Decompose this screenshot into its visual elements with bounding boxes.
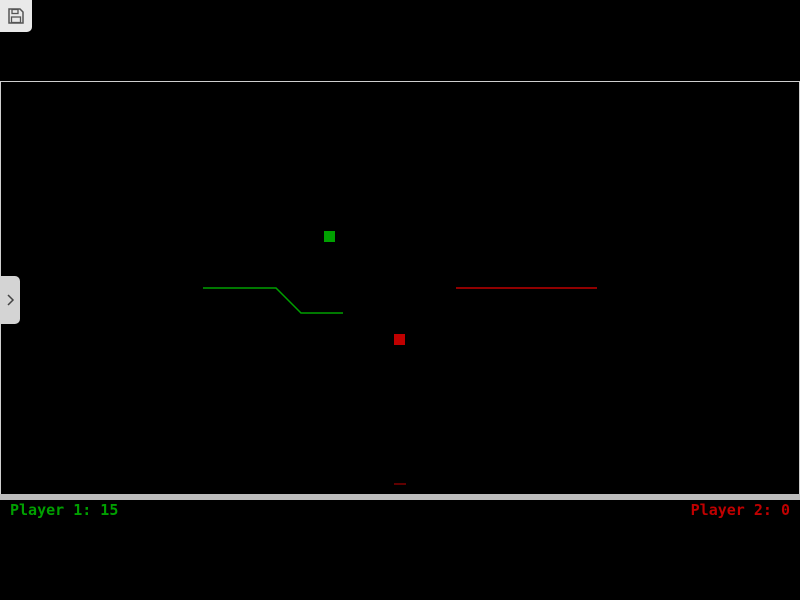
scoreboard-divider [0, 494, 800, 500]
player2-score: Player 2: 0 [690, 501, 790, 519]
sidebar-toggle-button[interactable] [0, 276, 20, 324]
chevron-right-icon [5, 293, 15, 307]
player1-head [324, 231, 335, 242]
player2-head [394, 334, 405, 345]
floppy-disk-icon [7, 7, 25, 25]
game-window: Player 1: 15 Player 2: 0 [0, 0, 800, 600]
game-arena[interactable] [0, 81, 800, 495]
player1-trail [203, 287, 343, 314]
player1-score: Player 1: 15 [10, 501, 119, 519]
save-button[interactable] [0, 0, 32, 32]
